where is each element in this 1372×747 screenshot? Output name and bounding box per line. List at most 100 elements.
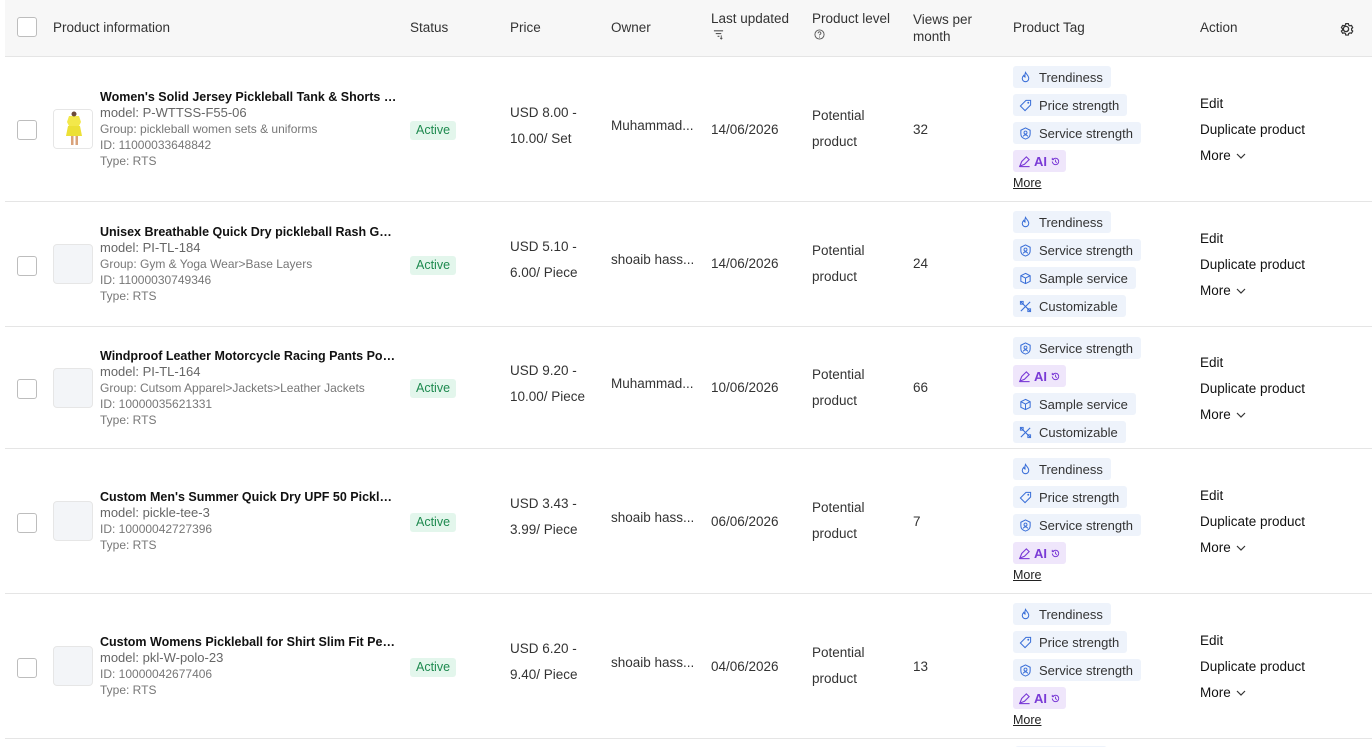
- table-header: Product information Status Price Owner L…: [5, 0, 1372, 57]
- tag-label: AI: [1034, 545, 1047, 561]
- tags-more-link[interactable]: More: [1013, 176, 1193, 190]
- header-product-information[interactable]: Product information: [53, 19, 170, 36]
- more-actions-dropdown[interactable]: More: [1200, 143, 1350, 169]
- header-price[interactable]: Price: [510, 19, 541, 36]
- product-title[interactable]: Unisex Breathable Quick Dry pickleball R…: [100, 224, 398, 240]
- product-thumbnail[interactable]: [53, 244, 93, 284]
- tag-sample-service: Sample service: [1013, 393, 1136, 415]
- product-thumbnail[interactable]: [53, 646, 93, 686]
- product-info: Unisex Breathable Quick Dry pickleball R…: [100, 224, 398, 304]
- more-actions-dropdown[interactable]: More: [1200, 402, 1350, 428]
- header-status[interactable]: Status: [410, 19, 448, 36]
- last-updated-date: 04/06/2026: [711, 659, 779, 674]
- edit-button[interactable]: Edit: [1200, 628, 1350, 654]
- last-updated-date: 14/06/2026: [711, 122, 779, 137]
- header-owner[interactable]: Owner: [611, 19, 651, 36]
- product-group: Group: pickleball women sets & uniforms: [100, 122, 318, 136]
- header-product-level-label: Product level: [812, 11, 891, 26]
- level-line: Potential: [812, 500, 865, 515]
- product-thumbnail[interactable]: [53, 109, 93, 149]
- row-checkbox[interactable]: [17, 513, 37, 533]
- product-type: Type: RTS: [100, 154, 157, 168]
- owner-name: shoaib hass...: [611, 655, 695, 670]
- more-label: More: [1200, 540, 1231, 555]
- price-range: USD 5.10 - 6.00/ Piece: [510, 234, 600, 286]
- price-line: USD 3.43 -: [510, 496, 577, 511]
- row-actions: Edit Duplicate product More: [1200, 226, 1350, 304]
- history-icon: [1051, 694, 1060, 702]
- sort-icon[interactable]: [713, 29, 724, 40]
- tag-ai[interactable]: AI: [1013, 365, 1066, 387]
- product-thumbnail[interactable]: [53, 368, 93, 408]
- product-title[interactable]: Custom Womens Pickleball for Shirt Slim …: [100, 634, 398, 650]
- status-badge: Active: [410, 658, 457, 677]
- header-views-line2: month: [913, 29, 951, 44]
- more-label: More: [1200, 283, 1231, 298]
- flame-icon: [1021, 607, 1030, 619]
- tag-label: Service strength: [1039, 662, 1133, 678]
- more-actions-dropdown[interactable]: More: [1200, 680, 1350, 706]
- box-icon: [1020, 398, 1031, 410]
- help-icon[interactable]: [814, 29, 825, 40]
- more-actions-dropdown[interactable]: More: [1200, 535, 1350, 561]
- header-last-updated[interactable]: Last updated: [711, 10, 789, 44]
- more-actions-dropdown[interactable]: More: [1200, 278, 1350, 304]
- header-views-per-month[interactable]: Views per month: [913, 11, 972, 45]
- tag-label: Sample service: [1039, 270, 1128, 286]
- product-group: Group: Cutsom Apparel>Jackets>Leather Ja…: [100, 381, 365, 395]
- product-title[interactable]: Women's Solid Jersey Pickleball Tank & S…: [100, 89, 398, 105]
- product-model: model: pkl-W-polo-23: [100, 650, 224, 665]
- level-line: product: [812, 671, 858, 686]
- row-checkbox[interactable]: [17, 379, 37, 399]
- edit-button[interactable]: Edit: [1200, 226, 1350, 252]
- row-checkbox[interactable]: [17, 256, 37, 276]
- product-id: ID: 11000030749346: [100, 273, 212, 287]
- price-line: 9.40/ Piece: [510, 667, 578, 682]
- status-badge: Active: [410, 121, 457, 140]
- product-title[interactable]: Windproof Leather Motorcycle Racing Pant…: [100, 348, 398, 364]
- tag-service-strength: Service strength: [1013, 122, 1141, 144]
- edit-button[interactable]: Edit: [1200, 350, 1350, 376]
- product-tags: Trendiness Price strength Service streng…: [1013, 66, 1193, 190]
- product-group: Group: Gym & Yoga Wear>Base Layers: [100, 257, 313, 271]
- edit-button[interactable]: Edit: [1200, 91, 1350, 117]
- tag-ai[interactable]: AI: [1013, 687, 1066, 709]
- duplicate-product-button[interactable]: Duplicate product: [1200, 252, 1350, 278]
- tag-trendiness: Trendiness: [1013, 66, 1111, 88]
- edit-button[interactable]: Edit: [1200, 483, 1350, 509]
- views-count: 32: [913, 122, 929, 137]
- product-tags: Trendiness Price strength Service streng…: [1013, 458, 1193, 582]
- status-badge: Active: [410, 256, 457, 275]
- owner-name: shoaib hass...: [611, 252, 695, 267]
- duplicate-product-button[interactable]: Duplicate product: [1200, 117, 1350, 143]
- tag-label: Price strength: [1039, 634, 1120, 650]
- tags-more-link[interactable]: More: [1013, 568, 1193, 582]
- owner-name: Muhammad...: [611, 376, 694, 391]
- last-updated-date: 14/06/2026: [711, 256, 779, 271]
- duplicate-product-button[interactable]: Duplicate product: [1200, 376, 1350, 402]
- tag-customizable: Customizable: [1013, 295, 1126, 317]
- product-info: Women's Solid Jersey Pickleball Tank & S…: [100, 89, 398, 169]
- chevron-down-icon: [1236, 412, 1246, 418]
- tag-ai[interactable]: AI: [1013, 542, 1066, 564]
- header-product-level[interactable]: Product level: [812, 10, 890, 44]
- product-thumbnail[interactable]: [53, 501, 93, 541]
- level-line: product: [812, 269, 858, 284]
- select-all-checkbox[interactable]: [17, 17, 37, 37]
- table-row: Women's Solid Jersey Pickleball Tank & S…: [5, 57, 1372, 202]
- service-icon: [1020, 243, 1031, 257]
- customize-icon: [1019, 426, 1032, 438]
- gear-icon[interactable]: [1337, 20, 1355, 38]
- row-checkbox[interactable]: [17, 658, 37, 678]
- row-checkbox[interactable]: [17, 120, 37, 140]
- duplicate-product-button[interactable]: Duplicate product: [1200, 509, 1350, 535]
- service-icon: [1020, 126, 1031, 140]
- duplicate-product-button[interactable]: Duplicate product: [1200, 654, 1350, 680]
- header-action: Action: [1200, 20, 1238, 35]
- tag-label: AI: [1034, 368, 1047, 384]
- product-title[interactable]: Custom Men's Summer Quick Dry UPF 50 Pic…: [100, 489, 398, 505]
- tags-more-link[interactable]: More: [1013, 713, 1193, 727]
- price-range: USD 3.43 - 3.99/ Piece: [510, 491, 600, 543]
- product-id: ID: 10000042677406: [100, 667, 213, 681]
- tag-ai[interactable]: AI: [1013, 150, 1066, 172]
